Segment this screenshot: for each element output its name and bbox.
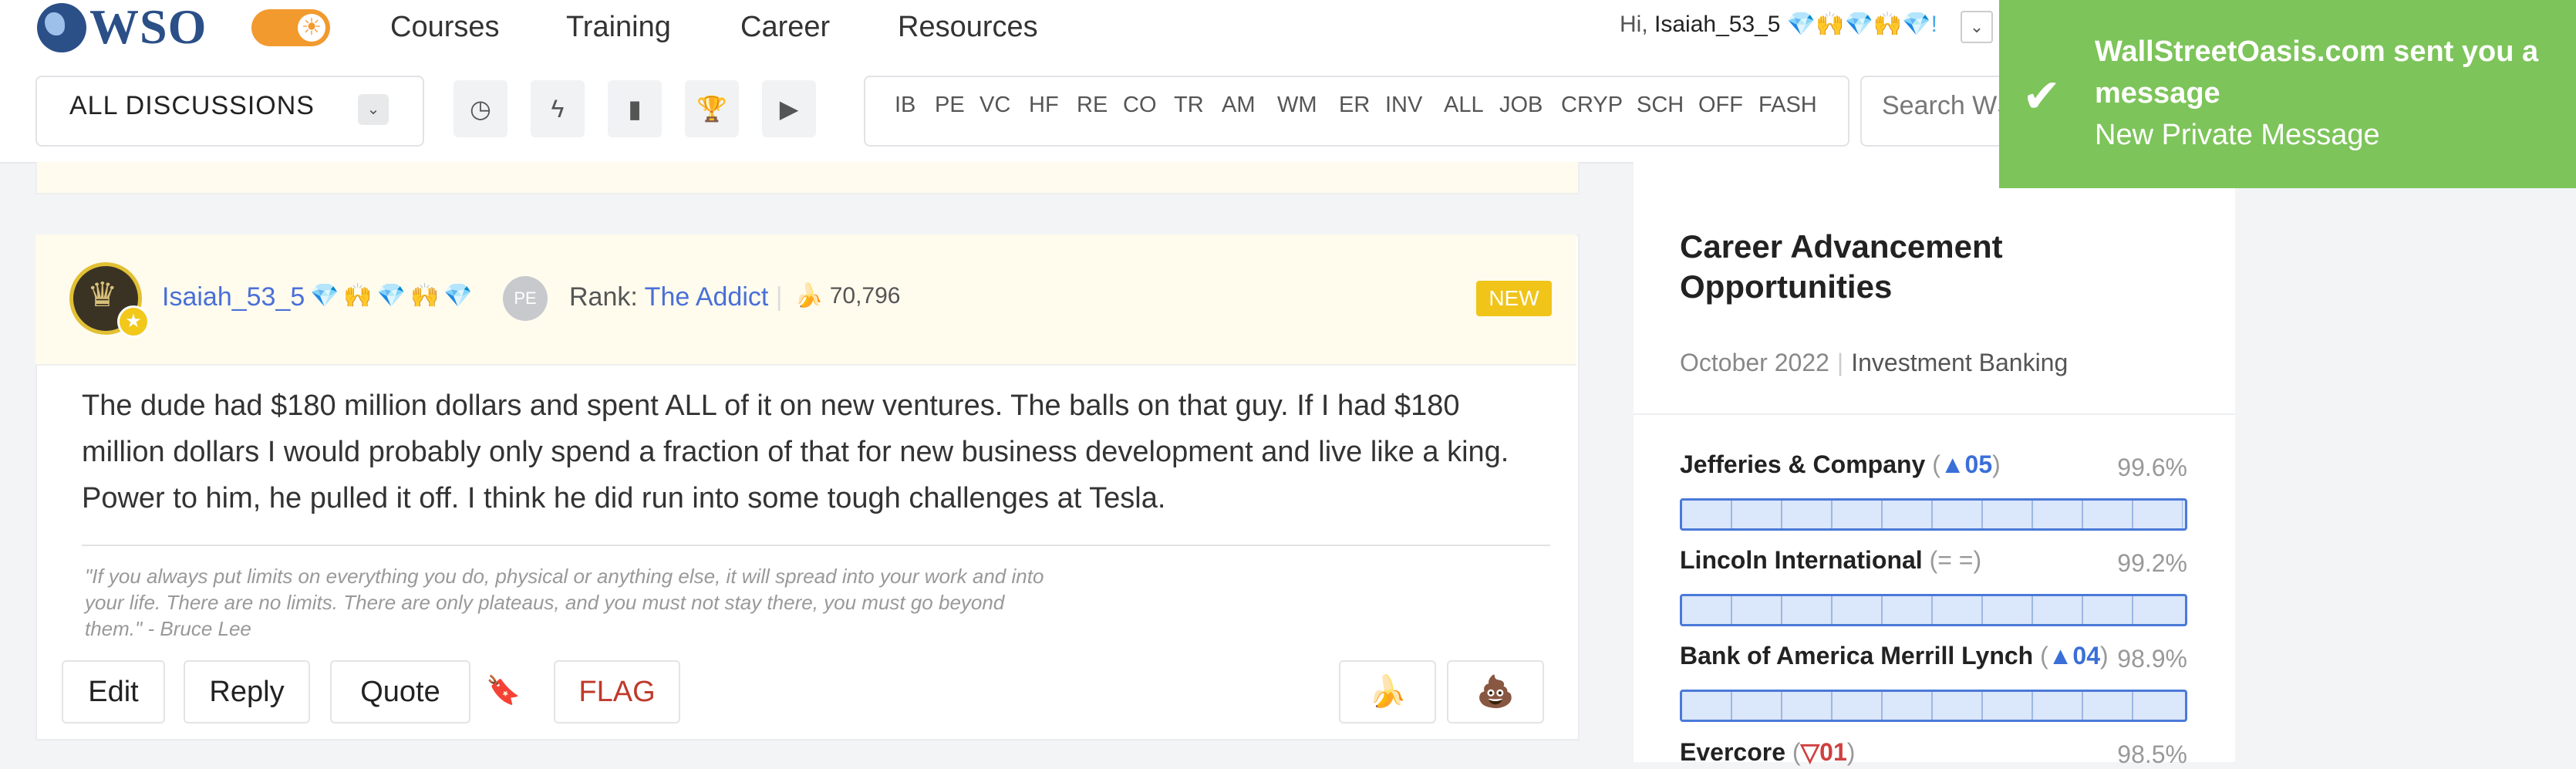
- bank-progress-bar: [1680, 594, 2187, 626]
- bank-name-jefferies[interactable]: Jefferies & Company (▲05): [1680, 450, 2001, 479]
- category-all[interactable]: ALL: [1444, 93, 1484, 118]
- bookmark-icon[interactable]: 🔖: [486, 674, 521, 707]
- category-ib[interactable]: IB: [895, 93, 915, 118]
- bank-pct: 98.9%: [2117, 645, 2187, 673]
- bank-name-evercore[interactable]: Evercore (▽01): [1680, 737, 1855, 767]
- category-fash[interactable]: FASH: [1758, 93, 1817, 118]
- theme-toggle[interactable]: ☀: [251, 9, 330, 46]
- user-menu-dropdown-icon[interactable]: ⌄: [1961, 11, 1993, 43]
- new-badge: NEW: [1476, 281, 1552, 316]
- discussions-filter-label: ALL DISCUSSIONS: [69, 91, 315, 120]
- greeting-prefix: Hi,: [1620, 12, 1648, 37]
- banana-count-value: 70,796: [829, 283, 901, 309]
- greeting-username[interactable]: Isaiah_53_5: [1654, 12, 1780, 37]
- bank-name-bofa[interactable]: Bank of America Merrill Lynch (▲04): [1680, 642, 2109, 670]
- notification-message[interactable]: New Private Message: [2095, 119, 2380, 152]
- nav-career[interactable]: Career: [740, 11, 830, 44]
- bookmark-icon[interactable]: ▮: [608, 80, 662, 137]
- lightning-icon[interactable]: ϟ: [531, 80, 585, 137]
- category-am[interactable]: AM: [1222, 93, 1256, 118]
- poop-vote-icon[interactable]: 💩: [1447, 660, 1544, 723]
- category-off[interactable]: OFF: [1698, 93, 1743, 118]
- category-er[interactable]: ER: [1339, 93, 1370, 118]
- category-vc[interactable]: VC: [979, 93, 1010, 118]
- category-cryp[interactable]: CRYP: [1561, 93, 1623, 118]
- chevron-down-icon[interactable]: ⌄: [358, 94, 389, 125]
- category-hf[interactable]: HF: [1029, 93, 1059, 118]
- wso-globe-logo-icon[interactable]: [37, 3, 86, 52]
- quote-button[interactable]: Quote: [330, 660, 470, 723]
- widget-divider: [1634, 413, 2235, 415]
- bank-pct: 98.5%: [2117, 740, 2187, 768]
- category-pe[interactable]: PE: [935, 93, 965, 118]
- sun-icon: ☀: [298, 14, 325, 42]
- widget-date: October 2022: [1680, 349, 1829, 376]
- previous-post-footer: [35, 162, 1580, 194]
- category-re[interactable]: RE: [1077, 93, 1108, 118]
- widget-title: Career Advancement Opportunities: [1680, 228, 2003, 305]
- youtube-icon[interactable]: ▶: [762, 80, 816, 137]
- banana-count: 🍌 70,796: [794, 282, 900, 309]
- bank-progress-fill: [1682, 596, 2181, 624]
- comment-body: The dude had $180 million dollars and sp…: [82, 390, 1509, 514]
- check-icon: ✔: [2022, 70, 2062, 122]
- bank-progress-fill: [1682, 692, 2180, 720]
- rank-label: Rank:: [569, 282, 638, 312]
- signature-divider: [82, 545, 1550, 546]
- wso-logo-text[interactable]: WSO: [89, 0, 207, 56]
- bank-change: ▲05: [1940, 450, 1993, 478]
- nav-resources[interactable]: Resources: [898, 11, 1038, 44]
- clock-icon[interactable]: ◷: [453, 80, 507, 137]
- user-signature: "If you always put limits on everything …: [85, 565, 1044, 640]
- widget-field[interactable]: Investment Banking: [1851, 349, 2068, 376]
- bank-progress-bar: [1680, 498, 2187, 531]
- bank-label: Lincoln International: [1680, 546, 1923, 574]
- comment-username[interactable]: Isaiah_53_5: [162, 282, 305, 312]
- edit-button[interactable]: Edit: [62, 660, 165, 723]
- user-rank: Rank: The Addict |: [569, 282, 783, 312]
- category-sch[interactable]: SCH: [1637, 93, 1684, 118]
- nav-training[interactable]: Training: [566, 11, 671, 44]
- category-job[interactable]: JOB: [1499, 93, 1543, 118]
- star-icon: ★: [117, 305, 150, 338]
- notification-title: WallStreetOasis.com sent you a message: [2095, 35, 2539, 110]
- banana-vote-icon[interactable]: 🍌: [1339, 660, 1436, 723]
- rank-link[interactable]: The Addict: [645, 282, 769, 312]
- bank-pct: 99.6%: [2117, 454, 2187, 481]
- category-tr[interactable]: TR: [1174, 93, 1204, 118]
- category-inv[interactable]: INV: [1385, 93, 1422, 118]
- banana-icon: 🍌: [794, 283, 824, 309]
- bank-change: = =: [1937, 546, 1974, 574]
- greeting-emoji: 💎🙌💎🙌💎!: [1786, 12, 1937, 37]
- bank-progress-bar: [1680, 690, 2187, 722]
- pe-badge: PE: [503, 276, 548, 321]
- trophy-icon[interactable]: 🏆: [685, 80, 739, 137]
- nav-courses[interactable]: Courses: [390, 11, 500, 44]
- bank-name-lincoln[interactable]: Lincoln International (= =): [1680, 546, 1981, 575]
- category-co[interactable]: CO: [1123, 93, 1157, 118]
- user-greeting: Hi, Isaiah_53_5 💎🙌💎🙌💎!: [1620, 11, 1937, 38]
- category-wm[interactable]: WM: [1277, 93, 1317, 118]
- flag-button[interactable]: FLAG: [554, 660, 680, 723]
- bank-change: ▲04: [2048, 642, 2101, 670]
- bank-pct: 99.2%: [2117, 549, 2187, 577]
- user-emoji-badges: 💎🙌💎🙌💎: [310, 283, 477, 309]
- bank-label: Bank of America Merrill Lynch: [1680, 642, 2034, 670]
- bank-progress-fill: [1682, 501, 2183, 528]
- bank-label: Jefferies & Company: [1680, 450, 1926, 478]
- widget-subtitle: October 2022 | Investment Banking: [1680, 349, 2069, 376]
- reply-button[interactable]: Reply: [184, 660, 310, 723]
